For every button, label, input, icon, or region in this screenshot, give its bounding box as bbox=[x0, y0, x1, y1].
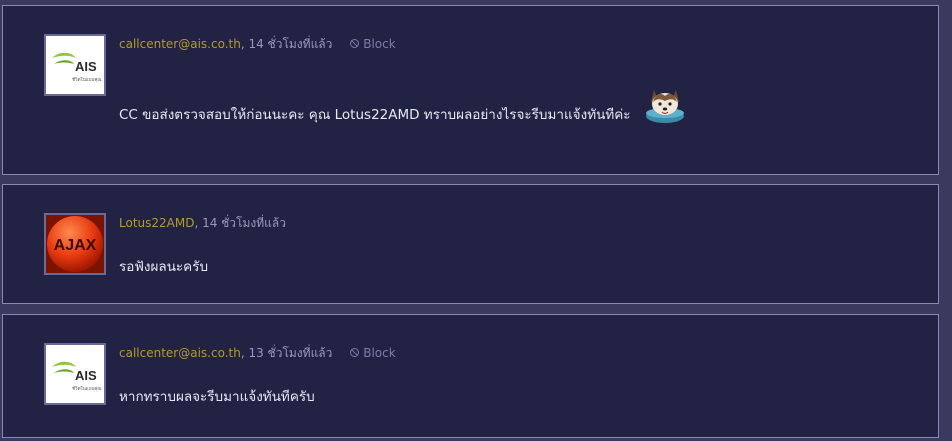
block-button[interactable]: Block bbox=[350, 36, 396, 51]
timestamp: , 14 ชั่วโมงที่แล้ว bbox=[240, 37, 333, 51]
comment-meta: callcenter@ais.co.th, 13 ชั่วโมงที่แล้ว … bbox=[119, 344, 396, 363]
ajax-logo-icon: AJAX bbox=[46, 215, 104, 273]
comment-card: AIS ชีวิตในแบบคุณ callcenter@ais.co.th, … bbox=[2, 5, 939, 175]
comment-text: รอฟังผลนะครับ bbox=[119, 259, 209, 275]
comment-meta: Lotus22AMD, 14 ชั่วโมงที่แล้ว bbox=[119, 214, 286, 233]
comment-text: CC ขอส่งตรวจสอบให้ก่อนนะคะ คุณ Lotus22AM… bbox=[119, 107, 631, 123]
svg-text:ชีวิตในแบบคุณ: ชีวิตในแบบคุณ bbox=[72, 77, 102, 83]
ais-logo-icon: AIS ชีวิตในแบบคุณ bbox=[46, 36, 104, 94]
block-icon bbox=[350, 348, 360, 357]
author-link[interactable]: Lotus22AMD bbox=[119, 216, 194, 230]
block-label: Block bbox=[363, 345, 396, 360]
svg-text:AIS: AIS bbox=[75, 368, 97, 383]
svg-text:ชีวิตในแบบคุณ: ชีวิตในแบบคุณ bbox=[72, 386, 102, 392]
avatar[interactable]: AIS ชีวิตในแบบคุณ bbox=[44, 34, 106, 96]
timestamp: , 14 ชั่วโมงที่แล้ว bbox=[194, 216, 286, 230]
avatar[interactable]: AJAX bbox=[44, 213, 106, 275]
comment-card: AJAX Lotus22AMD, 14 ชั่วโมงที่แล้ว รอฟัง… bbox=[2, 184, 939, 304]
svg-text:AJAX: AJAX bbox=[54, 237, 97, 254]
svg-text:AIS: AIS bbox=[75, 59, 97, 74]
block-button[interactable]: Block bbox=[350, 345, 396, 360]
author-link[interactable]: callcenter@ais.co.th bbox=[119, 37, 241, 51]
comment-thread: AIS ชีวิตในแบบคุณ callcenter@ais.co.th, … bbox=[0, 0, 952, 441]
comment-text: หากทราบผลจะรีบมาแจ้งทันทีครับ bbox=[119, 389, 315, 405]
block-label: Block bbox=[363, 36, 396, 51]
avatar[interactable]: AIS ชีวิตในแบบคุณ bbox=[44, 343, 106, 405]
comment-card: AIS ชีวิตในแบบคุณ callcenter@ais.co.th, … bbox=[2, 314, 939, 438]
ais-logo-icon: AIS ชีวิตในแบบคุณ bbox=[46, 345, 104, 403]
dog-sticker-icon bbox=[646, 90, 684, 123]
timestamp: , 13 ชั่วโมงที่แล้ว bbox=[240, 346, 333, 360]
block-icon bbox=[350, 39, 360, 48]
author-link[interactable]: callcenter@ais.co.th bbox=[119, 346, 241, 360]
comment-meta: callcenter@ais.co.th, 14 ชั่วโมงที่แล้ว … bbox=[119, 35, 396, 54]
